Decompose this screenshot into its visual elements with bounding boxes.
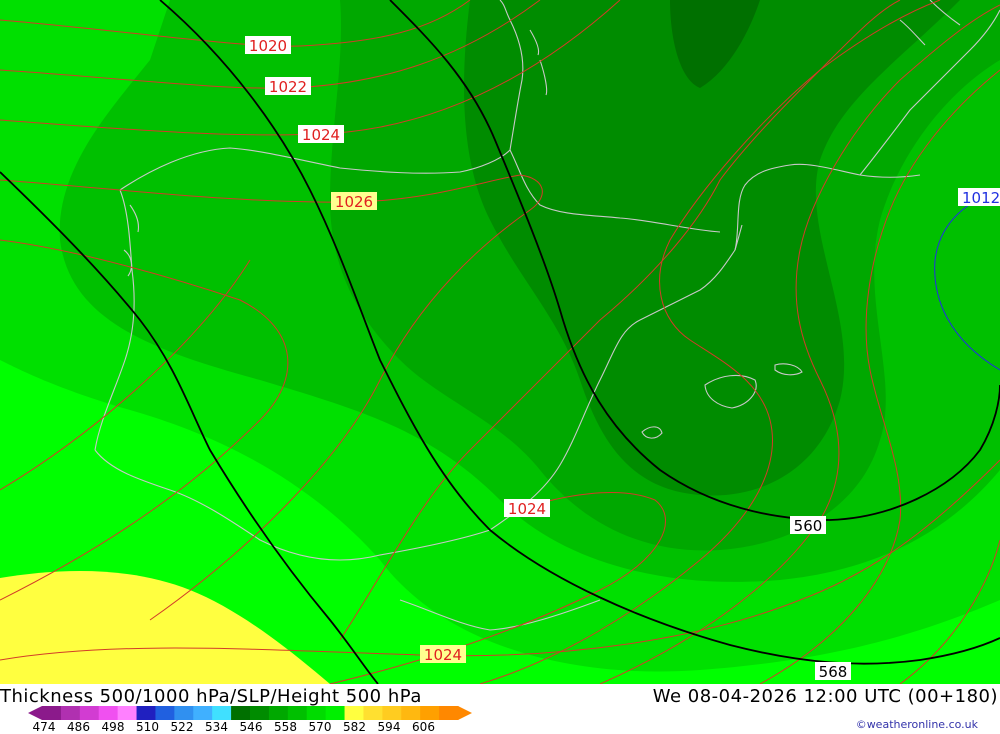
legend-swatch	[42, 706, 62, 720]
svg-text:1020: 1020	[249, 37, 287, 55]
map-canvas: 1020 1022 1024 1026 1024 1024 1012 560 5…	[0, 0, 1000, 684]
height-label-560: 560	[790, 516, 826, 535]
legend-swatch	[287, 706, 308, 720]
legend-tick-label: 546	[239, 720, 263, 734]
svg-text:1026: 1026	[335, 193, 373, 211]
legend-swatch	[136, 706, 156, 720]
legend-swatch	[439, 706, 459, 720]
legend-tick-label: 534	[205, 720, 228, 734]
map-title: Thickness 500/1000 hPa/SLP/Height 500 hP…	[0, 686, 422, 707]
legend-tick-label: 522	[170, 720, 194, 734]
legend-swatch	[325, 706, 346, 720]
legend-swatch	[212, 706, 232, 720]
legend-swatch	[268, 706, 289, 720]
svg-text:568: 568	[819, 663, 848, 681]
credit-link[interactable]: ©weatheronline.co.uk	[856, 718, 978, 731]
svg-text:1024: 1024	[424, 646, 462, 664]
legend-swatch	[155, 706, 175, 720]
svg-text:1012: 1012	[962, 189, 1000, 207]
svg-text:560: 560	[794, 517, 823, 535]
legend-swatch	[174, 706, 194, 720]
legend-tick-label: 606	[412, 720, 435, 734]
legend-ticks: 474 486 498 510 522 534 546 558 570 582 594 606	[30, 720, 510, 734]
legend-tick-label: 498	[101, 720, 125, 734]
legend-swatch	[79, 706, 100, 720]
slp-label-1024-central: 1024	[504, 499, 550, 518]
legend-swatch	[382, 706, 402, 720]
slp-label-1012: 1012	[958, 188, 1000, 207]
legend-arrow-left	[28, 706, 42, 720]
map-footer: Thickness 500/1000 hPa/SLP/Height 500 hP…	[0, 684, 1000, 734]
slp-label-1022: 1022	[265, 77, 311, 96]
legend-tick-label: 570	[308, 720, 332, 734]
legend-swatch	[117, 706, 138, 720]
svg-text:1022: 1022	[269, 78, 307, 96]
legend-swatch	[420, 706, 440, 720]
legend-tick-label: 474	[32, 720, 56, 734]
slp-label-1024-south: 1024	[420, 645, 466, 664]
legend-arrow-right	[458, 706, 472, 720]
weather-map: 1020 1022 1024 1026 1024 1024 1012 560 5…	[0, 0, 1000, 684]
legend-tick-label: 558	[274, 720, 297, 734]
legend-swatch	[363, 706, 383, 720]
legend-tick-label: 582	[343, 720, 366, 734]
legend-tick-label: 510	[136, 720, 159, 734]
legend-swatch	[344, 706, 364, 720]
color-legend	[28, 706, 472, 720]
svg-text:1024: 1024	[302, 126, 340, 144]
legend-swatch	[98, 706, 119, 720]
svg-text:1024: 1024	[508, 500, 546, 518]
legend-swatch	[306, 706, 327, 720]
legend-swatch	[250, 706, 270, 720]
legend-swatch	[193, 706, 213, 720]
legend-tick-label: 594	[377, 720, 401, 734]
slp-label-1024-north: 1024	[298, 125, 344, 144]
legend-swatch	[231, 706, 251, 720]
legend-swatch	[401, 706, 421, 720]
slp-label-1020: 1020	[245, 36, 291, 55]
legend-swatch	[60, 706, 81, 720]
slp-label-1026: 1026	[331, 192, 377, 211]
legend-tick-label: 486	[67, 720, 90, 734]
forecast-datetime: We 08-04-2026 12:00 UTC (00+180)	[652, 686, 998, 707]
height-label-568: 568	[815, 662, 851, 681]
